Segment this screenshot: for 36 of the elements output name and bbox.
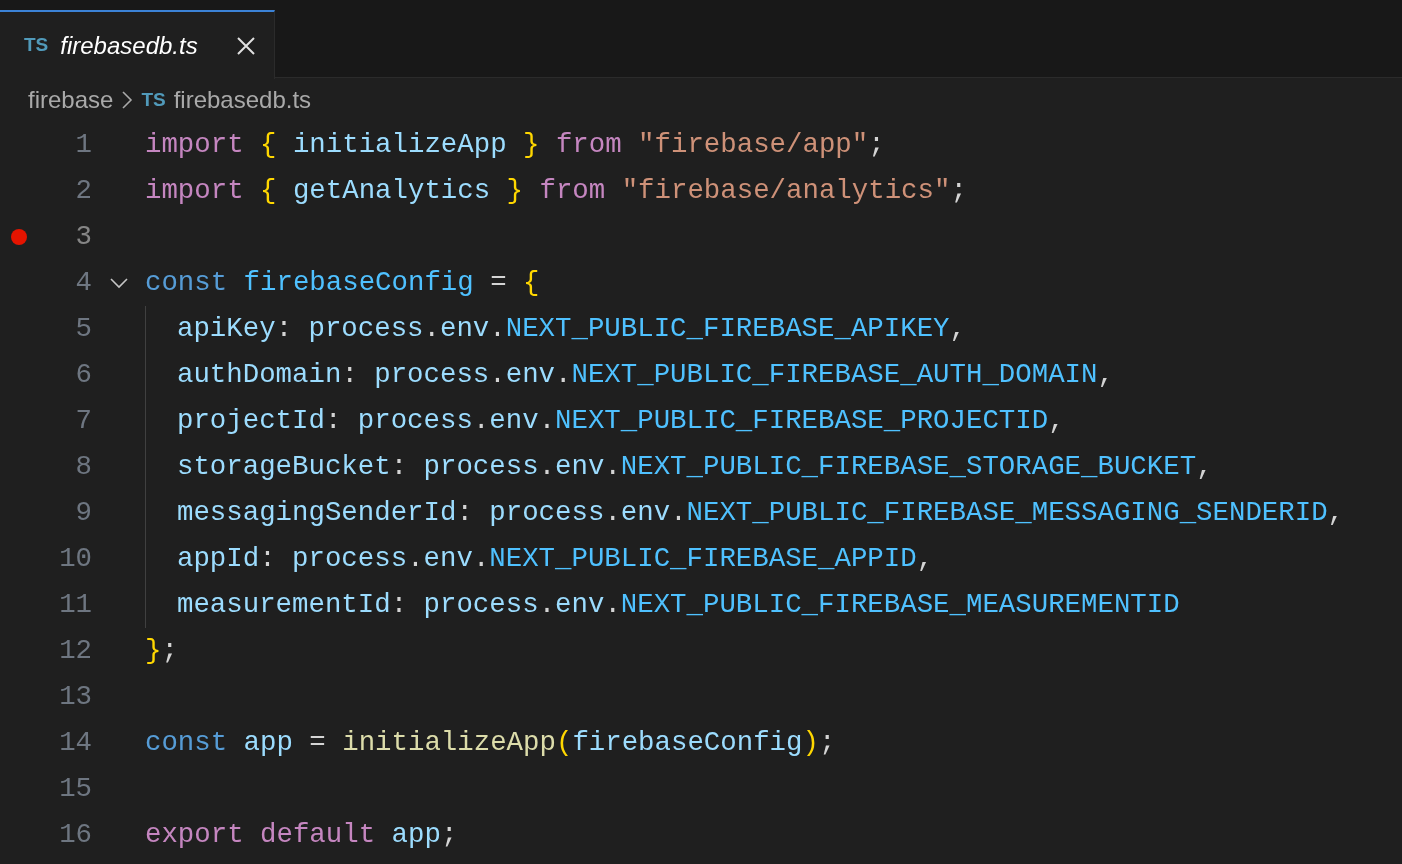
line-number: 12 [58, 634, 92, 669]
line-number: 9 [74, 496, 92, 531]
line-number: 16 [58, 818, 92, 853]
code-line: import { getAnalytics } from "firebase/analytics"; [145, 174, 967, 208]
line-number: 1 [74, 128, 92, 163]
code-line: storageBucket: process.env.NEXT_PUBLIC_FIREBASE_STORAGE_BUCKET, [177, 450, 1213, 484]
breakpoint-icon[interactable] [11, 229, 27, 245]
line-number: 6 [74, 358, 92, 393]
code-line: }; [145, 634, 178, 668]
line-number: 10 [58, 542, 92, 577]
line-number: 11 [58, 588, 92, 623]
line-number: 5 [74, 312, 92, 347]
line-number: 4 [74, 266, 92, 301]
code-line: const firebaseConfig = { [145, 266, 540, 300]
breadcrumb-item[interactable]: firebasedb.ts [173, 82, 312, 118]
line-number: 7 [74, 404, 92, 439]
line-number: 13 [58, 680, 92, 715]
line-number: 8 [74, 450, 92, 485]
code-line: appId: process.env.NEXT_PUBLIC_FIREBASE_APPID, [177, 542, 934, 576]
editor-tab[interactable]: TS firebasedb.ts [0, 10, 275, 79]
code-line: const app = initializeApp(firebaseConfig); [145, 726, 836, 760]
line-number: 2 [74, 174, 92, 209]
file-type-label: TS [141, 87, 166, 112]
breadcrumb-item[interactable]: firebase [28, 82, 114, 118]
line-number: 3 [74, 220, 92, 255]
line-number: 14 [58, 726, 92, 761]
code-line: projectId: process.env.NEXT_PUBLIC_FIREBASE_PROJECTID, [177, 404, 1065, 438]
code-line: apiKey: process.env.NEXT_PUBLIC_FIREBASE_APIKEY, [177, 312, 966, 346]
code-line: messagingSenderId: process.env.NEXT_PUBLIC_FIREBASE_MESSAGING_SENDERID, [177, 496, 1345, 530]
code-line: authDomain: process.env.NEXT_PUBLIC_FIREBASE_AUTH_DOMAIN, [177, 358, 1114, 392]
code-line: import { initializeApp } from "firebase/app"; [145, 128, 885, 162]
code-line: measurementId: process.env.NEXT_PUBLIC_FIREBASE_MEASUREMENTID [177, 588, 1180, 622]
line-number: 15 [58, 772, 92, 807]
code-line: export default app; [145, 818, 458, 852]
chevron-right-icon [121, 90, 134, 110]
close-icon[interactable] [236, 35, 256, 56]
